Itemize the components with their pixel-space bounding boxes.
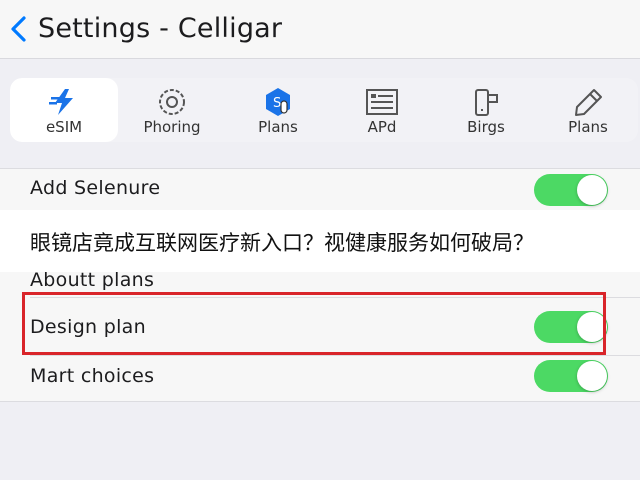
esim-icon	[10, 87, 118, 117]
tab-esim[interactable]: eSIM	[10, 78, 118, 142]
tab-bar: eSIM Phoring S Plans APd Birgs Plans	[10, 78, 638, 142]
tab-plans[interactable]: S Plans	[224, 78, 332, 142]
aboutt-plans-label[interactable]: Aboutt plans	[30, 269, 154, 291]
tab-label: Plans	[568, 118, 608, 136]
tab-label: Plans	[258, 118, 298, 136]
add-selenure-toggle[interactable]	[534, 174, 608, 206]
circle-phone-icon	[118, 87, 226, 117]
document-list-icon	[328, 87, 436, 117]
row-divider	[30, 355, 640, 356]
chevron-left-icon	[11, 16, 26, 42]
mart-choices-toggle[interactable]	[534, 360, 608, 392]
plans-tap-icon: S	[224, 87, 332, 117]
tab-label: Phoring	[143, 118, 201, 136]
banner-text: 眼镜店竟成互联网医疗新入口？视健康服务如何破局？	[30, 231, 534, 255]
tab-label: Birgs	[467, 118, 505, 136]
overlay-banner: 眼镜店竟成互联网医疗新入口？视健康服务如何破局？	[0, 210, 640, 272]
tab-plans-2[interactable]: Plans	[534, 78, 638, 142]
tab-phoring[interactable]: Phoring	[118, 78, 226, 142]
design-plan-toggle[interactable]	[534, 311, 608, 343]
toggle-knob	[577, 312, 607, 342]
tab-birgs[interactable]: Birgs	[432, 78, 540, 142]
pencil-icon	[534, 87, 638, 117]
page-title: Settings - Celligar	[38, 13, 283, 44]
back-button[interactable]	[6, 14, 32, 44]
row-divider	[30, 297, 640, 298]
tab-apd[interactable]: APd	[328, 78, 436, 142]
toggle-knob	[577, 175, 607, 205]
nav-bar: Settings - Celligar	[0, 0, 640, 59]
tab-label: eSIM	[45, 118, 83, 136]
toggle-knob	[577, 361, 607, 391]
add-selenure-label: Add Selenure	[30, 177, 161, 199]
tab-label: APd	[367, 118, 397, 136]
svg-text:S: S	[273, 96, 281, 111]
device-icon	[432, 87, 540, 117]
mart-choices-label: Mart choices	[30, 365, 155, 387]
design-plan-label: Design plan	[30, 316, 146, 338]
